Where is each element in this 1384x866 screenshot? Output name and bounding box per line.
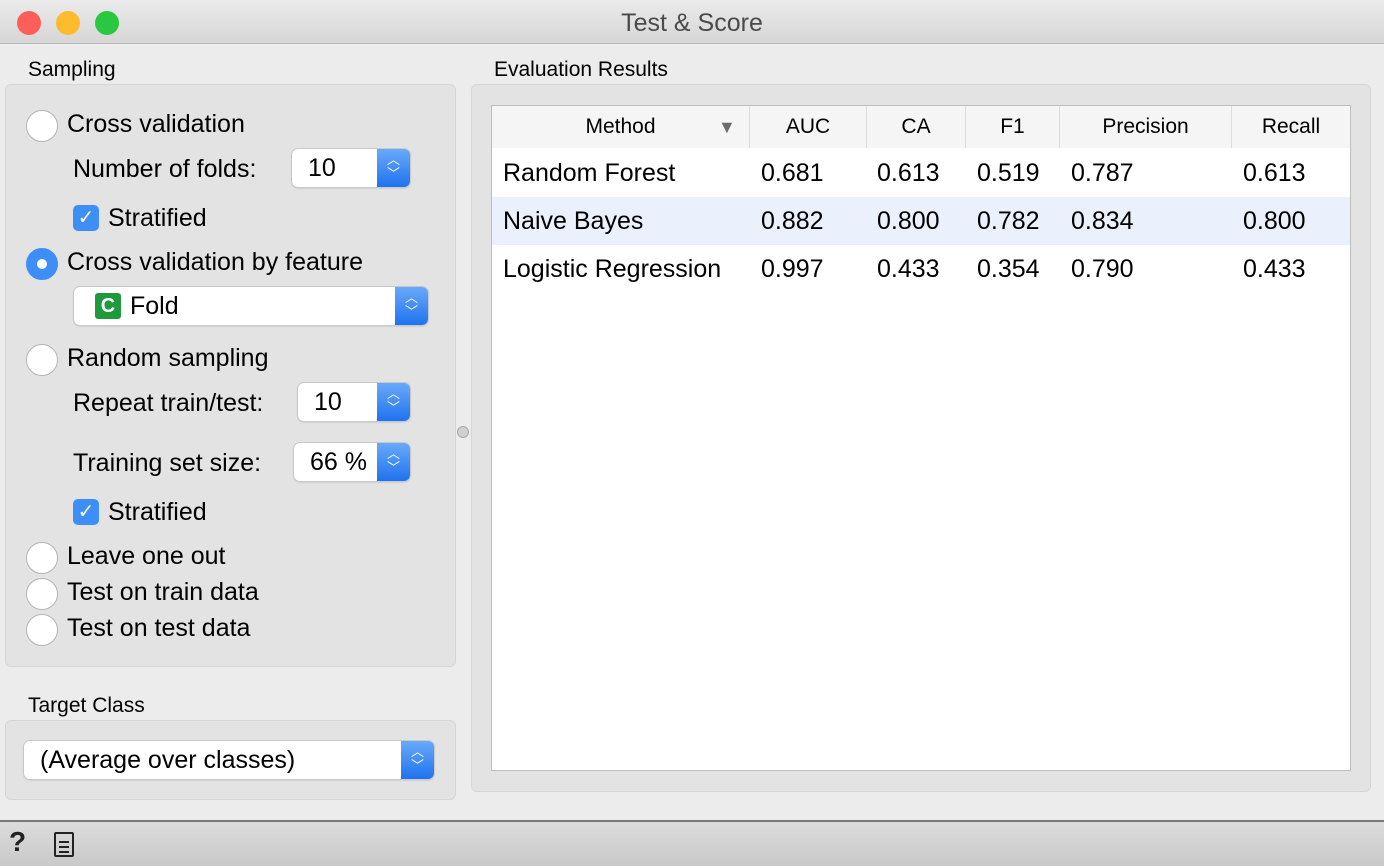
test-on-test-label: Test on test data: [67, 614, 251, 642]
table-cell: 0.787: [1071, 159, 1134, 187]
sampling-label: Sampling: [28, 58, 116, 81]
folds-spinbox[interactable]: 10 ︿ ﹀: [292, 149, 410, 187]
target-class-combobox[interactable]: (Average over classes) ︿ ﹀: [24, 741, 434, 779]
column-header-ca[interactable]: CA: [867, 106, 966, 148]
train-size-spinbox[interactable]: 66 % ︿ ﹀: [294, 443, 410, 481]
radio-random-sampling[interactable]: [26, 344, 58, 376]
table-cell: Naive Bayes: [503, 207, 644, 235]
radio-cross-validation[interactable]: [26, 110, 58, 142]
radio-leave-one-out[interactable]: [26, 542, 58, 574]
table-cell: 0.613: [1243, 159, 1306, 187]
cv-by-feature-label: Cross validation by feature: [67, 248, 363, 276]
table-cell: 0.882: [761, 207, 824, 235]
table-cell: 0.782: [977, 207, 1040, 235]
repeat-label: Repeat train/test:: [73, 389, 264, 417]
target-class-label: Target Class: [28, 694, 145, 717]
table-cell: 0.433: [1243, 255, 1306, 283]
leave-one-out-label: Leave one out: [67, 542, 226, 570]
method-header-label: Method: [585, 115, 656, 138]
feature-value: Fold: [130, 292, 179, 320]
stratified-checkbox-1[interactable]: ✓: [73, 205, 99, 231]
dropdown-arrows-icon[interactable]: ︿ ﹀: [395, 287, 428, 325]
table-cell: 0.997: [761, 255, 824, 283]
table-cell: 0.800: [877, 207, 940, 235]
stepper-arrows-icon[interactable]: ︿ ﹀: [377, 149, 410, 187]
repeat-spinbox[interactable]: 10 ︿ ﹀: [298, 383, 410, 421]
random-sampling-label: Random sampling: [67, 344, 269, 372]
table-cell: 0.433: [877, 255, 940, 283]
column-header-recall[interactable]: Recall: [1232, 106, 1350, 148]
radio-cv-by-feature[interactable]: [26, 248, 58, 280]
stratified-label-2: Stratified: [108, 498, 207, 526]
table-row[interactable]: Random Forest 0.681 0.613 0.519 0.787 0.613: [492, 149, 1350, 197]
column-header-auc[interactable]: AUC: [750, 106, 867, 148]
table-cell: 0.613: [877, 159, 940, 187]
table-cell: Random Forest: [503, 159, 676, 187]
splitter-handle[interactable]: [457, 426, 469, 438]
repeat-value: 10: [314, 388, 342, 416]
cross-validation-label: Cross validation: [67, 110, 245, 138]
column-header-f1[interactable]: F1: [966, 106, 1060, 148]
title-bar: Test & Score: [0, 0, 1384, 44]
feature-combobox[interactable]: C Fold ︿ ﹀: [74, 287, 428, 325]
table-row[interactable]: Naive Bayes 0.882 0.800 0.782 0.834 0.800: [492, 197, 1350, 245]
table-cell: Logistic Regression: [503, 255, 722, 283]
folds-label: Number of folds:: [73, 155, 257, 183]
column-header-precision[interactable]: Precision: [1060, 106, 1232, 148]
table-cell: 0.681: [761, 159, 824, 187]
table-row[interactable]: Logistic Regression 0.997 0.433 0.354 0.790 0…: [492, 245, 1350, 293]
report-icon[interactable]: [54, 832, 74, 857]
sort-descending-icon: ▼: [718, 117, 736, 137]
table-cell: 0.790: [1071, 255, 1134, 283]
stepper-arrows-icon[interactable]: ︿ ﹀: [377, 383, 410, 421]
table-cell: 0.519: [977, 159, 1040, 187]
table-cell: 0.354: [977, 255, 1040, 283]
radio-test-on-test[interactable]: [26, 614, 58, 646]
folds-value: 10: [308, 154, 336, 182]
table-cell: 0.834: [1071, 207, 1134, 235]
target-class-value: (Average over classes): [40, 746, 296, 774]
status-bar: ?: [0, 820, 1384, 866]
train-size-value: 66 %: [310, 448, 367, 476]
window-title: Test & Score: [621, 9, 763, 37]
stepper-arrows-icon[interactable]: ︿ ﹀: [377, 443, 410, 481]
test-on-train-label: Test on train data: [67, 578, 259, 606]
stratified-label-1: Stratified: [108, 204, 207, 232]
column-header-method[interactable]: Method ▼: [492, 106, 750, 148]
categorical-variable-icon: C: [95, 293, 121, 319]
train-size-label: Training set size:: [73, 449, 262, 477]
radio-test-on-train[interactable]: [26, 578, 58, 610]
results-table: Method ▼ AUC CA F1 Precision Recall Rando…: [491, 105, 1351, 771]
evaluation-results-label: Evaluation Results: [494, 58, 668, 81]
stratified-checkbox-2[interactable]: ✓: [73, 499, 99, 525]
table-cell: 0.800: [1243, 207, 1306, 235]
help-icon[interactable]: ?: [9, 826, 26, 858]
dropdown-arrows-icon[interactable]: ︿ ﹀: [401, 741, 434, 779]
